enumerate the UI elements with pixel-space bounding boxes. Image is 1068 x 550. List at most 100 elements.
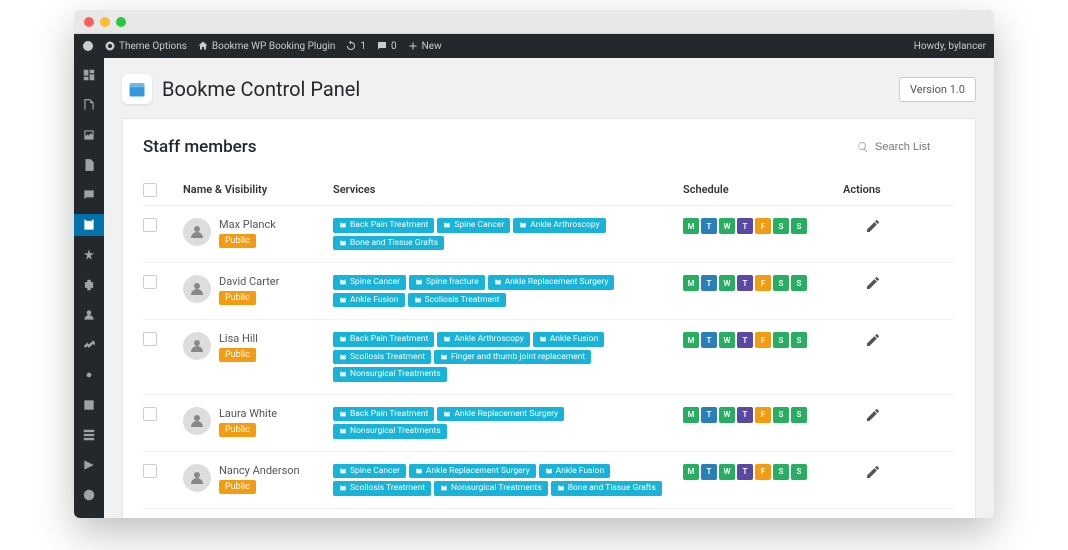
schedule-day[interactable]: S	[791, 218, 807, 234]
schedule-day[interactable]: S	[773, 464, 789, 480]
service-tag[interactable]: Spine Cancer	[333, 464, 406, 479]
service-tag[interactable]: Back Pain Treatment	[333, 407, 434, 422]
schedule-day[interactable]: S	[773, 275, 789, 291]
edit-button[interactable]	[865, 464, 881, 484]
close-window-dot[interactable]	[84, 17, 94, 27]
schedule-day[interactable]: S	[791, 332, 807, 348]
schedule-day[interactable]: F	[755, 218, 771, 234]
service-tag[interactable]: Nonsurgical Treatments	[333, 424, 447, 439]
howdy-label: Howdy, bylancer	[914, 41, 986, 52]
schedule-day[interactable]: T	[701, 332, 717, 348]
sidebar-item-b[interactable]	[74, 424, 104, 446]
sidebar-pages[interactable]	[74, 154, 104, 176]
edit-button[interactable]	[865, 218, 881, 238]
schedule-day[interactable]: T	[701, 407, 717, 423]
updates-link[interactable]: 1	[345, 40, 366, 52]
sidebar-bookme[interactable]	[74, 214, 104, 236]
service-tag[interactable]: Back Pain Treatment	[333, 332, 434, 347]
schedule-day[interactable]: T	[737, 218, 753, 234]
row-checkbox[interactable]	[143, 407, 157, 421]
schedule-day[interactable]: S	[773, 407, 789, 423]
schedule-day[interactable]: T	[737, 275, 753, 291]
schedule-day[interactable]: T	[737, 332, 753, 348]
sidebar-dashboard[interactable]	[74, 64, 104, 86]
service-tag[interactable]: Ankle Replacement Surgery	[409, 464, 536, 479]
sidebar-comments[interactable]	[74, 184, 104, 206]
schedule-day[interactable]: W	[719, 407, 735, 423]
user-greeting[interactable]: Howdy, bylancer	[914, 41, 986, 52]
schedule-day[interactable]: M	[683, 218, 699, 234]
service-tag[interactable]: Ankle Fusion	[533, 332, 605, 347]
search-input[interactable]	[875, 141, 955, 153]
sidebar-item-a[interactable]	[74, 394, 104, 416]
schedule-day[interactable]: T	[737, 407, 753, 423]
schedule-day[interactable]: T	[701, 218, 717, 234]
service-tag[interactable]: Finger and thumb joint replacement	[434, 350, 591, 365]
schedule-day[interactable]: S	[773, 332, 789, 348]
service-tag[interactable]: Bone and Tissue Grafts	[551, 481, 662, 496]
schedule-day[interactable]: S	[791, 464, 807, 480]
schedule-day[interactable]: T	[737, 464, 753, 480]
row-checkbox[interactable]	[143, 218, 157, 232]
service-tag[interactable]: Nonsurgical Treatments	[333, 367, 447, 382]
schedule-day[interactable]: T	[701, 464, 717, 480]
schedule-day[interactable]: F	[755, 464, 771, 480]
sidebar-users[interactable]	[74, 304, 104, 326]
schedule-day[interactable]: M	[683, 464, 699, 480]
row-checkbox[interactable]	[143, 332, 157, 346]
service-tag[interactable]: Ankle Arthroscopy	[513, 218, 605, 233]
schedule-day[interactable]: F	[755, 275, 771, 291]
sidebar-posts[interactable]	[74, 94, 104, 116]
row-checkbox[interactable]	[143, 464, 157, 478]
schedule-day[interactable]: W	[719, 464, 735, 480]
schedule-day[interactable]: S	[791, 275, 807, 291]
sidebar-media[interactable]	[74, 124, 104, 146]
service-tag[interactable]: Scoliosis Treatment	[333, 350, 431, 365]
service-tag[interactable]: Scoliosis Treatment	[408, 293, 506, 308]
sidebar-tools[interactable]	[74, 334, 104, 356]
service-tag[interactable]: Spine Cancer	[437, 218, 510, 233]
edit-button[interactable]	[865, 407, 881, 427]
schedule-day[interactable]: W	[719, 332, 735, 348]
service-tag[interactable]: Ankle Replacement Surgery	[488, 275, 615, 290]
services-cell: Spine CancerSpine fractureAnkle Replacem…	[333, 275, 673, 307]
edit-button[interactable]	[865, 332, 881, 352]
schedule-day[interactable]: M	[683, 332, 699, 348]
service-tag[interactable]: Scoliosis Treatment	[333, 481, 431, 496]
sidebar-settings[interactable]	[74, 364, 104, 386]
service-tag[interactable]: Spine Cancer	[333, 275, 406, 290]
select-all-checkbox[interactable]	[143, 183, 157, 197]
schedule-day[interactable]: F	[755, 332, 771, 348]
schedule-day[interactable]: T	[701, 275, 717, 291]
service-tag[interactable]: Bone and Tissue Grafts	[333, 236, 444, 251]
maximize-window-dot[interactable]	[116, 17, 126, 27]
comments-link[interactable]: 0	[376, 40, 397, 52]
minimize-window-dot[interactable]	[100, 17, 110, 27]
service-tag[interactable]: Ankle Arthroscopy	[437, 332, 529, 347]
service-tag[interactable]: Spine fracture	[409, 275, 485, 290]
schedule-day[interactable]: W	[719, 218, 735, 234]
sidebar-item-c[interactable]	[74, 454, 104, 476]
service-tag[interactable]: Back Pain Treatment	[333, 218, 434, 233]
search-box[interactable]	[857, 141, 955, 153]
service-tag[interactable]: Ankle Fusion	[333, 293, 405, 308]
schedule-day[interactable]: W	[719, 275, 735, 291]
schedule-day[interactable]: M	[683, 407, 699, 423]
comments-count: 0	[391, 41, 397, 52]
service-tag[interactable]: Ankle Fusion	[539, 464, 611, 479]
service-tag[interactable]: Nonsurgical Treatments	[434, 481, 548, 496]
sidebar-appearance[interactable]	[74, 244, 104, 266]
edit-button[interactable]	[865, 275, 881, 295]
new-link[interactable]: New	[407, 40, 442, 52]
schedule-day[interactable]: M	[683, 275, 699, 291]
site-name-link[interactable]: Bookme WP Booking Plugin	[197, 40, 336, 52]
schedule-day[interactable]: F	[755, 407, 771, 423]
wp-logo[interactable]	[82, 40, 94, 52]
theme-options-link[interactable]: Theme Options	[104, 40, 187, 52]
row-checkbox[interactable]	[143, 275, 157, 289]
sidebar-plugins[interactable]	[74, 274, 104, 296]
service-tag[interactable]: Ankle Replacement Surgery	[437, 407, 564, 422]
sidebar-collapse[interactable]	[74, 484, 104, 506]
schedule-day[interactable]: S	[773, 218, 789, 234]
schedule-day[interactable]: S	[791, 407, 807, 423]
